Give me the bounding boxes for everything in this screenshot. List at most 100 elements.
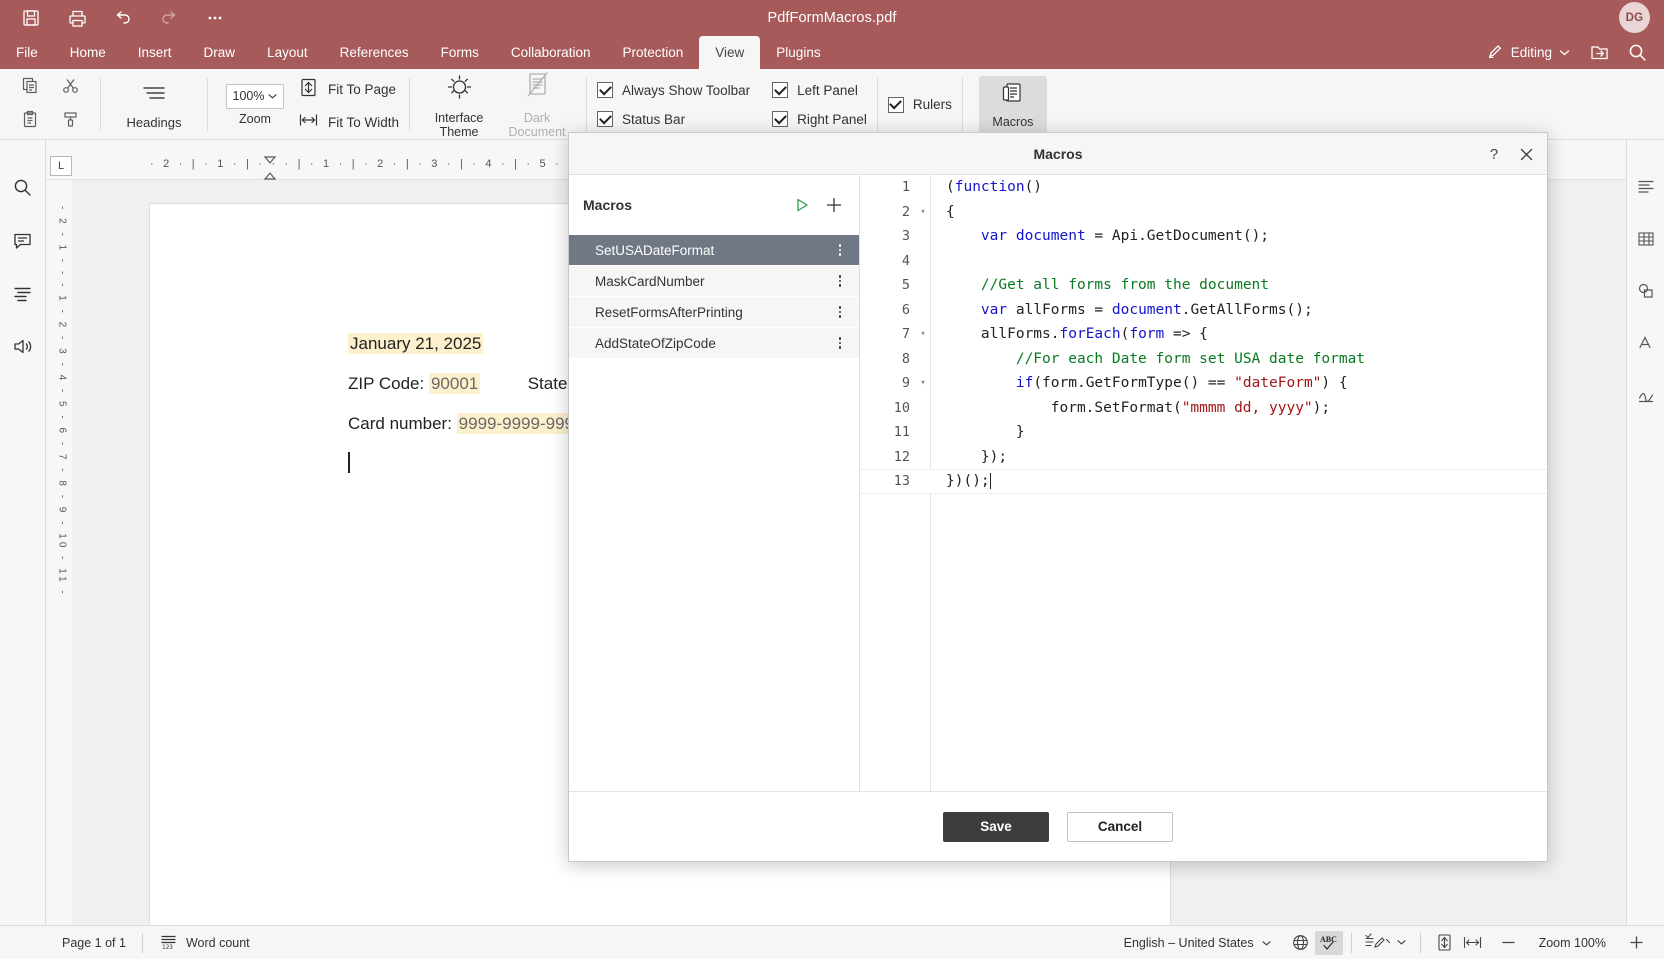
- checkbox-status-bar[interactable]: Status Bar: [597, 111, 750, 127]
- search-icon[interactable]: [8, 172, 38, 202]
- zoom-in-icon[interactable]: [1622, 931, 1650, 955]
- form-field-zip[interactable]: 90001: [428, 373, 481, 394]
- code-line[interactable]: 12 });: [860, 445, 1547, 470]
- macro-item-setusadateformat[interactable]: SetUSADateFormat: [569, 235, 859, 265]
- macro-item-maskcardnumber[interactable]: MaskCardNumber: [569, 266, 859, 296]
- fit-to-width-button[interactable]: Fit To Width: [298, 112, 399, 133]
- zoom-out-icon[interactable]: [1495, 931, 1523, 955]
- zoom-level-label[interactable]: Zoom 100%: [1523, 931, 1622, 955]
- menu-item-forms[interactable]: Forms: [425, 36, 495, 69]
- help-icon[interactable]: ?: [1485, 145, 1503, 163]
- macro-code-editor[interactable]: 1 (function() 2 ▾ {3 var document = Api.GetD…: [860, 175, 1547, 791]
- code-text: });: [946, 448, 1008, 465]
- table-settings-icon[interactable]: [1633, 226, 1659, 252]
- search-icon[interactable]: [1620, 36, 1654, 69]
- signature-settings-icon[interactable]: [1633, 382, 1659, 408]
- macros-button[interactable]: Macros: [978, 75, 1047, 134]
- print-icon[interactable]: [54, 1, 100, 35]
- code-line[interactable]: 4: [860, 249, 1547, 274]
- copy-icon[interactable]: [21, 76, 40, 100]
- menu-item-references[interactable]: References: [324, 36, 425, 69]
- code-line[interactable]: 11 }: [860, 420, 1547, 445]
- macro-item-resetformsafterprinting[interactable]: ResetFormsAfterPrinting: [569, 297, 859, 327]
- zoom-label: Zoom: [239, 111, 271, 126]
- menu-item-collaboration[interactable]: Collaboration: [495, 36, 607, 69]
- code-line[interactable]: 7 ▾ allForms.forEach(form => {: [860, 322, 1547, 347]
- macro-options-icon[interactable]: [838, 266, 841, 296]
- avatar[interactable]: DG: [1619, 2, 1650, 33]
- open-file-location-icon[interactable]: [1582, 36, 1616, 69]
- code-line[interactable]: 9 ▾ if(form.GetFormType() == "dateForm") …: [860, 371, 1547, 396]
- macro-options-icon[interactable]: [838, 297, 841, 327]
- macro-options-icon[interactable]: [838, 328, 841, 358]
- fold-toggle-icon[interactable]: ▾: [916, 207, 930, 217]
- fit-to-page-button[interactable]: Fit To Page: [298, 77, 399, 103]
- more-icon[interactable]: [192, 1, 238, 35]
- run-macro-icon[interactable]: [791, 194, 813, 216]
- code-text: {: [946, 203, 955, 220]
- shape-settings-icon[interactable]: [1633, 278, 1659, 304]
- menu-item-file[interactable]: File: [0, 36, 54, 69]
- checkbox-label: Status Bar: [622, 111, 686, 127]
- save-button[interactable]: Save: [943, 811, 1049, 842]
- zoom-select[interactable]: 100%: [226, 83, 284, 109]
- checkbox-rulers[interactable]: Rulers: [887, 96, 952, 113]
- fit-to-width-icon[interactable]: [1459, 931, 1487, 955]
- macros-dialog[interactable]: Macros ? Macros SetUSADateFormat MaskCar…: [568, 132, 1548, 862]
- cut-icon[interactable]: [61, 76, 80, 100]
- comments-icon[interactable]: [8, 225, 38, 255]
- text-to-speech-icon[interactable]: [8, 331, 38, 361]
- spellcheck-icon[interactable]: ABC: [1314, 930, 1343, 955]
- checkbox-right-panel[interactable]: Right Panel: [772, 111, 867, 127]
- code-line[interactable]: 8 //For each Date form set USA date form…: [860, 347, 1547, 372]
- code-line[interactable]: 5 //Get all forms from the document: [860, 273, 1547, 298]
- indent-marker[interactable]: [262, 155, 278, 181]
- fold-toggle-icon[interactable]: ▾: [916, 329, 930, 339]
- menu-item-insert[interactable]: Insert: [122, 36, 188, 69]
- add-macro-icon[interactable]: [823, 194, 845, 216]
- code-line[interactable]: 1 (function(): [860, 175, 1547, 200]
- menu-item-draw[interactable]: Draw: [188, 36, 252, 69]
- code-line[interactable]: 10 form.SetFormat("mmmm dd, yyyy");: [860, 396, 1547, 421]
- text-art-settings-icon[interactable]: [1633, 330, 1659, 356]
- code-lines[interactable]: 1 (function() 2 ▾ {3 var document = Api.GetD…: [860, 175, 1547, 791]
- close-icon[interactable]: [1517, 145, 1535, 163]
- cancel-button[interactable]: Cancel: [1067, 811, 1173, 842]
- menu-item-layout[interactable]: Layout: [251, 36, 324, 69]
- undo-icon[interactable]: [100, 1, 146, 35]
- word-count-button[interactable]: 123 Word count: [143, 931, 266, 955]
- format-painter-icon[interactable]: [61, 110, 80, 134]
- page-indicator[interactable]: Page 1 of 1: [46, 931, 142, 955]
- code-line[interactable]: 3 var document = Api.GetDocument();: [860, 224, 1547, 249]
- fit-to-page-icon[interactable]: [1431, 931, 1459, 955]
- macro-item-addstateofzipcode[interactable]: AddStateOfZipCode: [569, 328, 859, 358]
- menu-item-plugins[interactable]: Plugins: [760, 36, 836, 69]
- language-button[interactable]: English – United States: [1108, 931, 1287, 955]
- code-line[interactable]: 2 ▾ {: [860, 200, 1547, 225]
- language-globe-icon[interactable]: [1287, 931, 1315, 955]
- code-line[interactable]: 6 var allForms = document.GetAllForms();: [860, 298, 1547, 323]
- checkbox-left-panel[interactable]: Left Panel: [772, 82, 867, 98]
- paste-icon[interactable]: [21, 110, 40, 134]
- track-changes-chevron-icon[interactable]: [1394, 931, 1410, 955]
- interface-theme-button[interactable]: Interface Theme: [420, 71, 498, 139]
- checkbox-always-show-toolbar[interactable]: Always Show Toolbar: [597, 82, 750, 98]
- right-tool-rail: [1626, 140, 1664, 925]
- code-line[interactable]: 13})();: [860, 469, 1547, 494]
- paragraph-settings-icon[interactable]: [1633, 174, 1659, 200]
- dark-document-button[interactable]: Dark Document: [498, 71, 576, 139]
- fold-toggle-icon[interactable]: ▾: [916, 378, 930, 388]
- vertical-ruler[interactable]: - 2 - 1 - - - 1 - 2 - 3 - 4 - 5 - 6 - 7 …: [52, 180, 72, 925]
- save-icon[interactable]: [8, 1, 54, 35]
- menu-item-view[interactable]: View: [699, 36, 761, 69]
- macro-options-icon[interactable]: [838, 235, 841, 265]
- track-changes-icon[interactable]: [1360, 931, 1394, 955]
- headings-navigation-icon[interactable]: [8, 278, 38, 308]
- menu-item-home[interactable]: Home: [54, 36, 122, 69]
- form-field-date[interactable]: January 21, 2025: [348, 333, 484, 354]
- editing-mode-button[interactable]: Editing: [1479, 43, 1578, 63]
- menu-item-protection[interactable]: Protection: [606, 36, 699, 69]
- redo-icon[interactable]: [146, 1, 192, 35]
- headings-button[interactable]: Headings: [111, 80, 197, 130]
- tab-stop-selector[interactable]: L: [50, 156, 72, 176]
